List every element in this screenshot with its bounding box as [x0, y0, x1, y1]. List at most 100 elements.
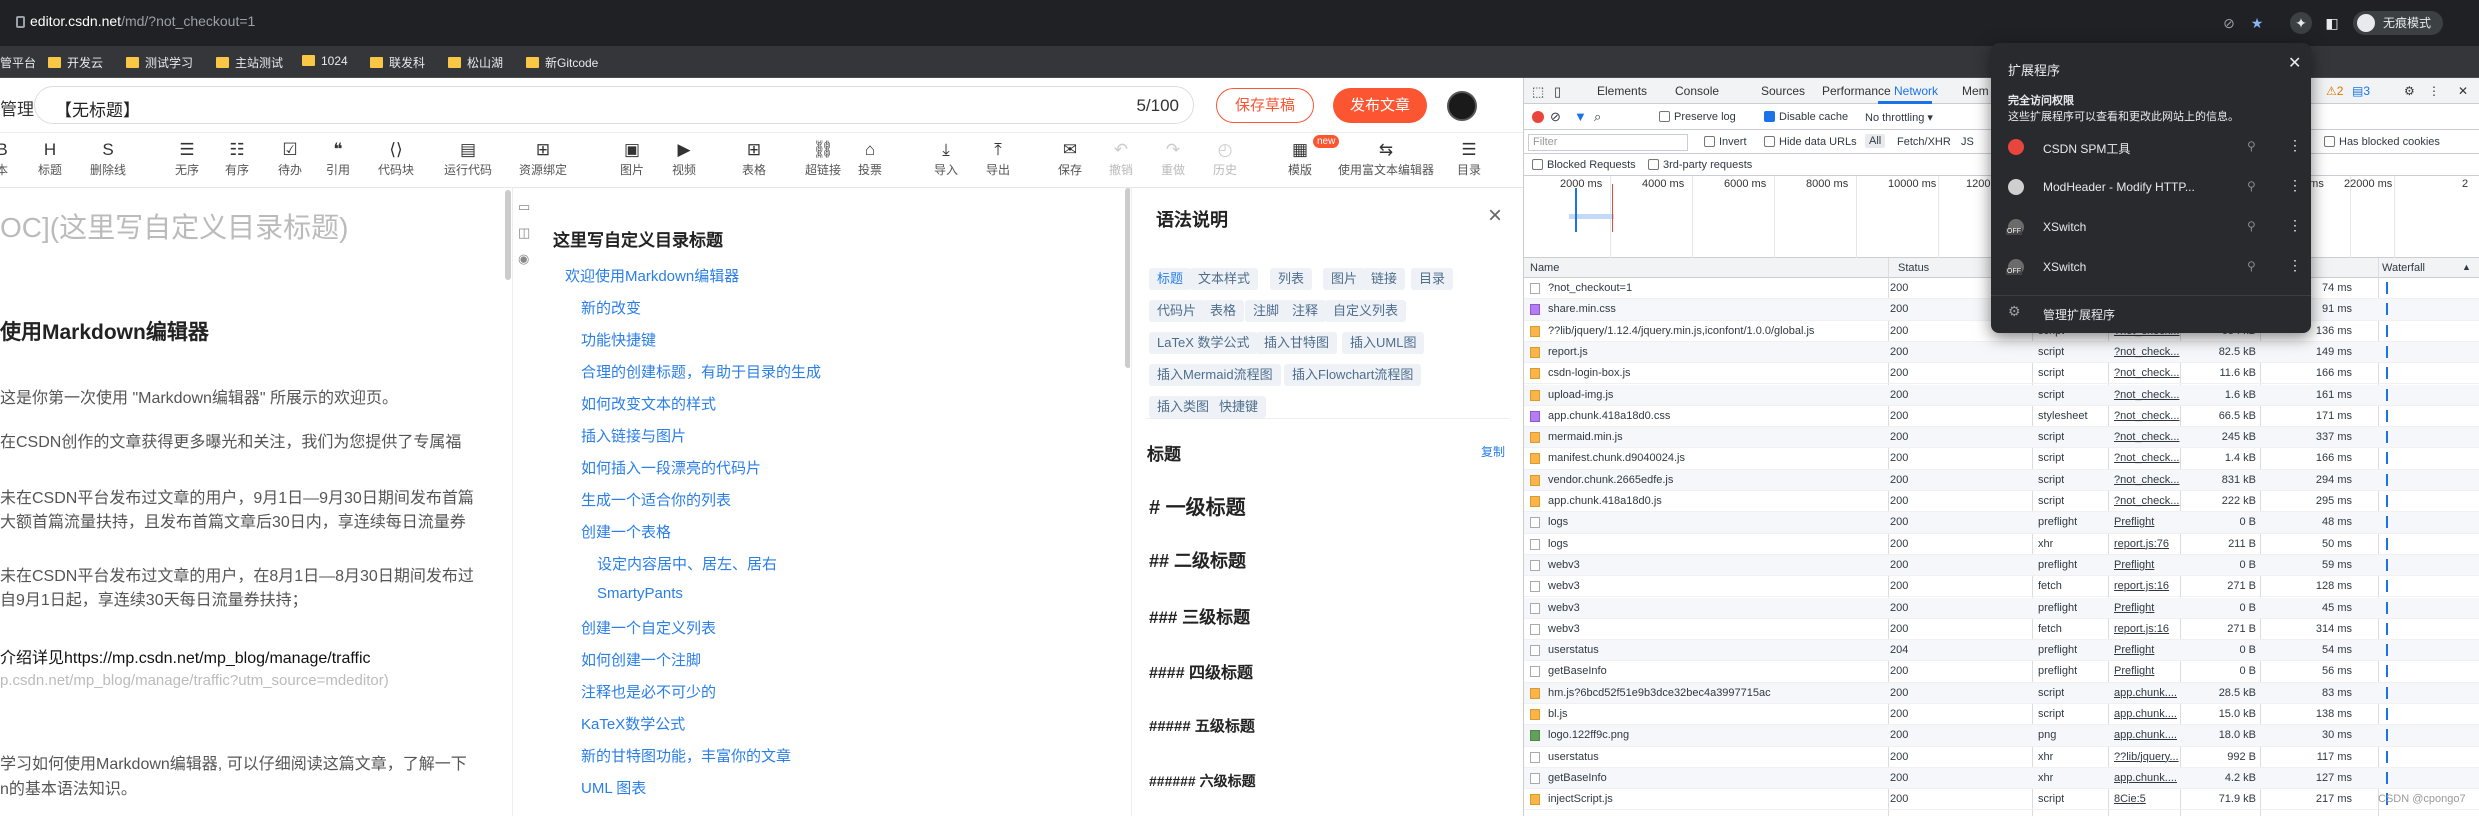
type-filter-fetch[interactable]: Fetch/XHR [1897, 136, 1951, 148]
toolbar-button[interactable]: ↷ 重做 [1161, 139, 1185, 178]
pin-icon[interactable]: ⚲ [2247, 259, 2256, 273]
network-row[interactable]: webv3 200 fetch report.js:16 271 B 128 ms [1524, 576, 2479, 598]
bookmark-item[interactable]: 联发科 [370, 54, 425, 71]
more-icon[interactable]: ⋮ [2428, 84, 2440, 98]
toc-link[interactable]: 如何改变文本的样式 [581, 393, 716, 414]
network-row[interactable]: vendor.chunk.2665edfe.js 200 script ?not_ch… [1524, 469, 2479, 491]
extension-item[interactable]: OFF XSwitch ⚲ ⋮ [1991, 247, 2311, 287]
manage-extensions-button[interactable]: ⚙ 管理扩展程序 [1991, 295, 2311, 325]
toolbar-button[interactable]: ⤓ 导入 [934, 139, 958, 178]
toolbar-button[interactable]: H 标题 [38, 139, 62, 178]
request-initiator[interactable]: app.chunk.... [2114, 729, 2180, 741]
request-initiator[interactable]: ?not_check... [2114, 389, 2180, 401]
toc-link[interactable]: 生成一个适合你的列表 [581, 489, 731, 510]
column-name[interactable]: Name [1530, 262, 1559, 274]
network-row[interactable]: report.js 200 script ?not_check... 82.5 kB 14… [1524, 341, 2479, 364]
record-icon[interactable] [1532, 111, 1544, 123]
syntax-tag[interactable]: 列表 [1270, 268, 1313, 290]
network-row[interactable]: app.chunk.418a18d0.js 200 script ?not_check… [1524, 491, 2479, 513]
toolbar-button[interactable]: ☷ 有序 [225, 139, 249, 178]
search-icon[interactable]: ⌕ [1594, 109, 1601, 125]
toc-link[interactable]: 如何创建一个注脚 [581, 649, 701, 670]
toc-link[interactable]: 欢迎使用Markdown编辑器 [565, 265, 739, 286]
save-draft-button[interactable]: 保存草稿 [1216, 88, 1314, 123]
syntax-tag[interactable]: 注释 [1284, 300, 1327, 322]
network-row[interactable]: webv3 200 fetch report.js:16 271 B 314 ms [1524, 619, 2479, 641]
tab-elements[interactable]: Elements [1597, 84, 1647, 98]
syntax-tag[interactable]: 插入Flowchart流程图 [1284, 364, 1422, 386]
bookmark-item[interactable]: 松山湖 [448, 54, 503, 71]
sort-up-icon[interactable]: ▲ [2462, 262, 2471, 272]
disable-cache-checkbox[interactable]: Disable cache [1764, 111, 1848, 123]
request-initiator[interactable]: Preflight [2114, 665, 2180, 677]
syntax-tag[interactable]: 快捷键 [1211, 396, 1267, 418]
network-row[interactable]: webv3 200 preflight Preflight 0 B 45 ms [1524, 597, 2479, 619]
hide-data-urls-checkbox[interactable]: Hide data URLs [1764, 136, 1857, 148]
toc-link[interactable]: 功能快捷键 [581, 329, 656, 350]
network-row[interactable]: upload-img.js 200 script ?not_check... 1.6 k… [1524, 384, 2479, 406]
filter-icon[interactable]: ▼ [1574, 109, 1587, 124]
request-initiator[interactable]: Preflight [2114, 644, 2180, 656]
network-row[interactable]: webv3 200 preflight Preflight 0 B 59 ms [1524, 554, 2479, 577]
blocked-requests-checkbox[interactable]: Blocked Requests [1532, 159, 1636, 171]
request-initiator[interactable]: report.js:16 [2114, 623, 2180, 635]
info-badge[interactable]: ▤3 [2352, 84, 2370, 98]
syntax-tag[interactable]: 插入类图 [1149, 396, 1218, 418]
bookmark-item[interactable]: 新Gitcode [526, 54, 598, 71]
request-initiator[interactable]: ?not_check... [2114, 474, 2180, 486]
bookmark-item[interactable]: 管平台 [0, 54, 36, 71]
third-party-checkbox[interactable]: 3rd-party requests [1648, 159, 1752, 171]
toc-link[interactable]: 注释也是必不可少的 [581, 681, 716, 702]
filter-input[interactable]: Filter [1528, 134, 1688, 151]
toc-link[interactable]: UML 图表 [581, 777, 646, 798]
network-row[interactable]: userstatus 204 preflight Preflight 0 B 54 ms [1524, 640, 2479, 662]
syntax-tag[interactable]: 代码片 [1149, 300, 1205, 322]
bookmark-item[interactable]: 测试学习 [126, 54, 193, 71]
toc-link[interactable]: 设定内容居中、居左、居右 [597, 553, 777, 574]
syntax-tag[interactable]: 表格 [1202, 300, 1245, 322]
toolbar-button[interactable]: ⇆ 使用富文本编辑器 [1338, 139, 1434, 178]
request-initiator[interactable]: app.chunk.... [2114, 687, 2180, 699]
toc-link[interactable]: SmartyPants [597, 585, 683, 602]
request-initiator[interactable]: 8Cie:5 [2114, 793, 2180, 805]
toolbar-button[interactable]: ↶ 撤销 [1109, 139, 1133, 178]
syntax-tag[interactable]: 插入Mermaid流程图 [1149, 364, 1281, 386]
pin-icon[interactable]: ⚲ [2247, 179, 2256, 193]
network-row[interactable]: mermaid.min.js 200 script ?not_check... 245 … [1524, 427, 2479, 449]
incognito-profile[interactable]: 无痕模式 [2353, 11, 2444, 35]
extension-item[interactable]: OFF XSwitch ⚲ ⋮ [1991, 207, 2311, 247]
preserve-log-checkbox[interactable]: Preserve log [1659, 111, 1736, 123]
toolbar-button[interactable]: ▶ 视频 [672, 139, 696, 178]
toolbar-button[interactable]: ⛓ 超链接 [805, 139, 841, 178]
more-vertical-icon[interactable]: ⋮ [2288, 177, 2302, 194]
network-row[interactable]: logo.122ff9c.png 200 png app.chunk.... 18.0 … [1524, 725, 2479, 747]
network-row[interactable]: injectScript.js 200 script 8Cie:5 71.9 kB 217… [1524, 789, 2479, 811]
inspect-icon[interactable]: ⬚ [1532, 84, 1544, 100]
toolbar-button[interactable]: ⊞ 资源绑定 [519, 139, 567, 178]
bookmark-item[interactable]: 开发云 [48, 54, 103, 71]
toolbar-button[interactable]: ▦ 模版 [1288, 139, 1312, 178]
toolbar-button[interactable]: ⊞ 表格 [742, 139, 766, 178]
toc-link[interactable]: 合理的创建标题，有助于目录的生成 [581, 361, 821, 382]
network-row[interactable]: logs 200 xhr report.js:76 211 B 50 ms [1524, 534, 2479, 555]
star-icon[interactable]: ★ [2249, 15, 2265, 31]
copy-link[interactable]: 复制 [1481, 443, 1505, 460]
bookmark-item[interactable]: 1024 [302, 54, 348, 68]
toc-link[interactable]: KaTeX数学公式 [581, 713, 685, 734]
has-blocked-cookies-checkbox[interactable]: Has blocked cookies [2324, 136, 2440, 148]
network-row[interactable]: getBaseInfo 200 preflight Preflight 0 B 56 ms [1524, 661, 2479, 683]
tab-sources[interactable]: Sources [1761, 84, 1805, 98]
publish-button[interactable]: 发布文章 [1333, 88, 1427, 123]
sidepanel-icon[interactable]: ◧ [2324, 15, 2340, 31]
column-waterfall[interactable]: Waterfall [2382, 262, 2425, 274]
toc-link[interactable]: 创建一个自定义列表 [581, 617, 716, 638]
network-row[interactable]: logs 200 preflight Preflight 0 B 48 ms [1524, 512, 2479, 534]
manage-link[interactable]: 管理 [0, 95, 34, 120]
toc-link[interactable]: 创建一个表格 [581, 521, 671, 542]
request-initiator[interactable]: ?not_check... [2114, 452, 2180, 464]
toolbar-button[interactable]: S 删除线 [90, 139, 126, 178]
more-vertical-icon[interactable]: ⋮ [2288, 137, 2302, 154]
request-initiator[interactable]: report.js:16 [2114, 580, 2180, 592]
toolbar-button[interactable]: ⟨⟩ 代码块 [378, 139, 414, 178]
request-initiator[interactable]: Preflight [2114, 559, 2180, 571]
